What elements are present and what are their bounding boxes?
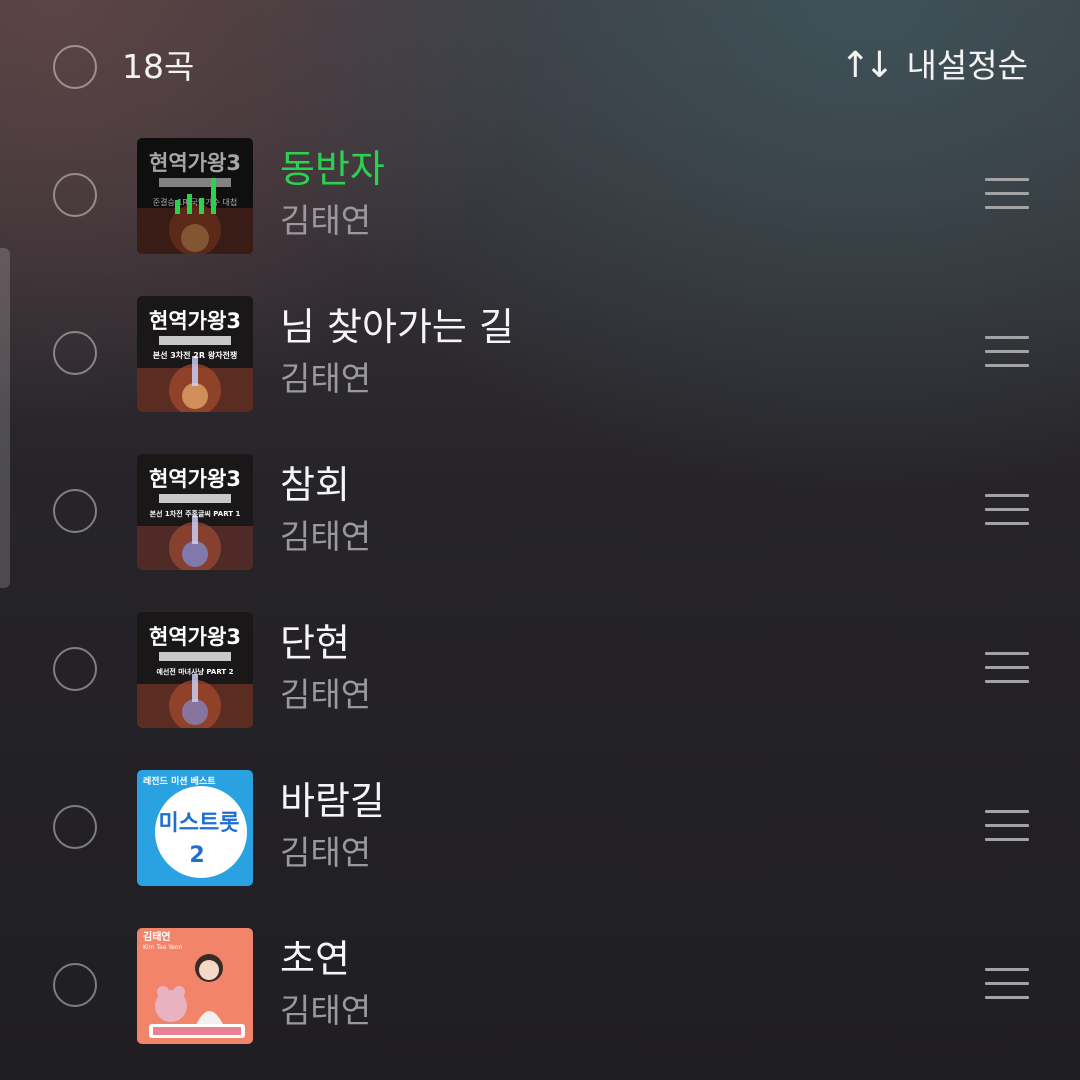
album-art: 김태연 Kim Tae Yeon xyxy=(137,928,253,1044)
album-art: 현역가왕3 본선 1차전 주홍글씨 PART 1 xyxy=(137,454,253,570)
sort-arrows-icon: ↑↓ xyxy=(840,45,894,86)
track-checkbox[interactable] xyxy=(53,331,97,375)
album-art: 현역가왕3 준결승 1R 국민가수 대첩 xyxy=(137,138,253,254)
track-artist: 김태연 xyxy=(280,991,372,1030)
track-title: 동반자 xyxy=(280,147,385,191)
track-artist: 김태연 xyxy=(280,675,372,714)
track-row[interactable]: 현역가왕3 예선전 마녀사냥 PART 2 단현 김태연 xyxy=(0,590,1080,748)
track-title: 님 찾아가는 길 xyxy=(280,305,514,349)
playlist-header: 18곡 ↑↓ 내설정순 xyxy=(0,0,1080,134)
track-title: 단현 xyxy=(280,621,350,665)
select-all-checkbox[interactable] xyxy=(53,45,97,89)
track-artist: 김태연 xyxy=(280,833,372,872)
track-checkbox[interactable] xyxy=(53,805,97,849)
track-row[interactable]: 현역가왕3 본선 3차전 2R 왕자전쟁 님 찾아가는 길 김태연 xyxy=(0,274,1080,432)
track-checkbox[interactable] xyxy=(53,647,97,691)
album-subtitle-text: Kim Tae Yeon xyxy=(143,944,183,951)
svg-text:2: 2 xyxy=(189,843,204,868)
track-artist: 김태연 xyxy=(280,201,372,240)
album-art: 현역가왕3 예선전 마녀사냥 PART 2 xyxy=(137,612,253,728)
sort-label: 내설정순 xyxy=(906,46,1028,85)
album-art: 레전드 미션 베스트 미스트롯 2 xyxy=(137,770,253,886)
album-subtitle-text: 예선전 마녀사냥 PART 2 xyxy=(156,667,233,676)
track-title: 참회 xyxy=(280,463,350,507)
drag-handle-icon[interactable] xyxy=(985,810,1029,842)
track-checkbox[interactable] xyxy=(53,173,97,217)
track-checkbox[interactable] xyxy=(53,489,97,533)
drag-handle-icon[interactable] xyxy=(985,178,1029,210)
drag-handle-icon[interactable] xyxy=(985,652,1029,684)
track-title: 초연 xyxy=(280,937,350,981)
album-title-text: 현역가왕3 xyxy=(149,625,241,649)
track-artist: 김태연 xyxy=(280,517,372,556)
album-title-text: 현역가왕3 xyxy=(149,309,241,333)
drag-handle-icon[interactable] xyxy=(985,494,1029,526)
track-title: 바람길 xyxy=(280,779,385,823)
track-row[interactable]: 레전드 미션 베스트 미스트롯 2 바람길 김태연 xyxy=(0,748,1080,906)
album-title-text: 현역가왕3 xyxy=(149,467,241,491)
drag-handle-icon[interactable] xyxy=(985,968,1029,1000)
album-title-text: 미스트롯 xyxy=(159,811,240,836)
album-subtitle-text: 본선 1차전 주홍글씨 PART 1 xyxy=(150,509,241,518)
track-row[interactable]: 현역가왕3 준결승 1R 국민가수 대첩 동반자 김태연 xyxy=(0,116,1080,274)
track-count: 18곡 xyxy=(122,47,195,86)
track-artist: 김태연 xyxy=(280,359,372,398)
drag-handle-icon[interactable] xyxy=(985,336,1029,368)
sort-button[interactable]: ↑↓ 내설정순 xyxy=(840,44,1028,88)
album-art: 현역가왕3 본선 3차전 2R 왕자전쟁 xyxy=(137,296,253,412)
album-subtitle-text: 본선 3차전 2R 왕자전쟁 xyxy=(153,350,238,360)
track-checkbox[interactable] xyxy=(53,963,97,1007)
album-subtitle-text: 레전드 미션 베스트 xyxy=(143,775,216,787)
track-row[interactable]: 김태연 Kim Tae Yeon 초연 김태연 xyxy=(0,906,1080,1064)
album-title-text: 김태연 xyxy=(143,930,171,943)
track-row[interactable]: 현역가왕3 본선 1차전 주홍글씨 PART 1 참회 김태연 xyxy=(0,432,1080,590)
